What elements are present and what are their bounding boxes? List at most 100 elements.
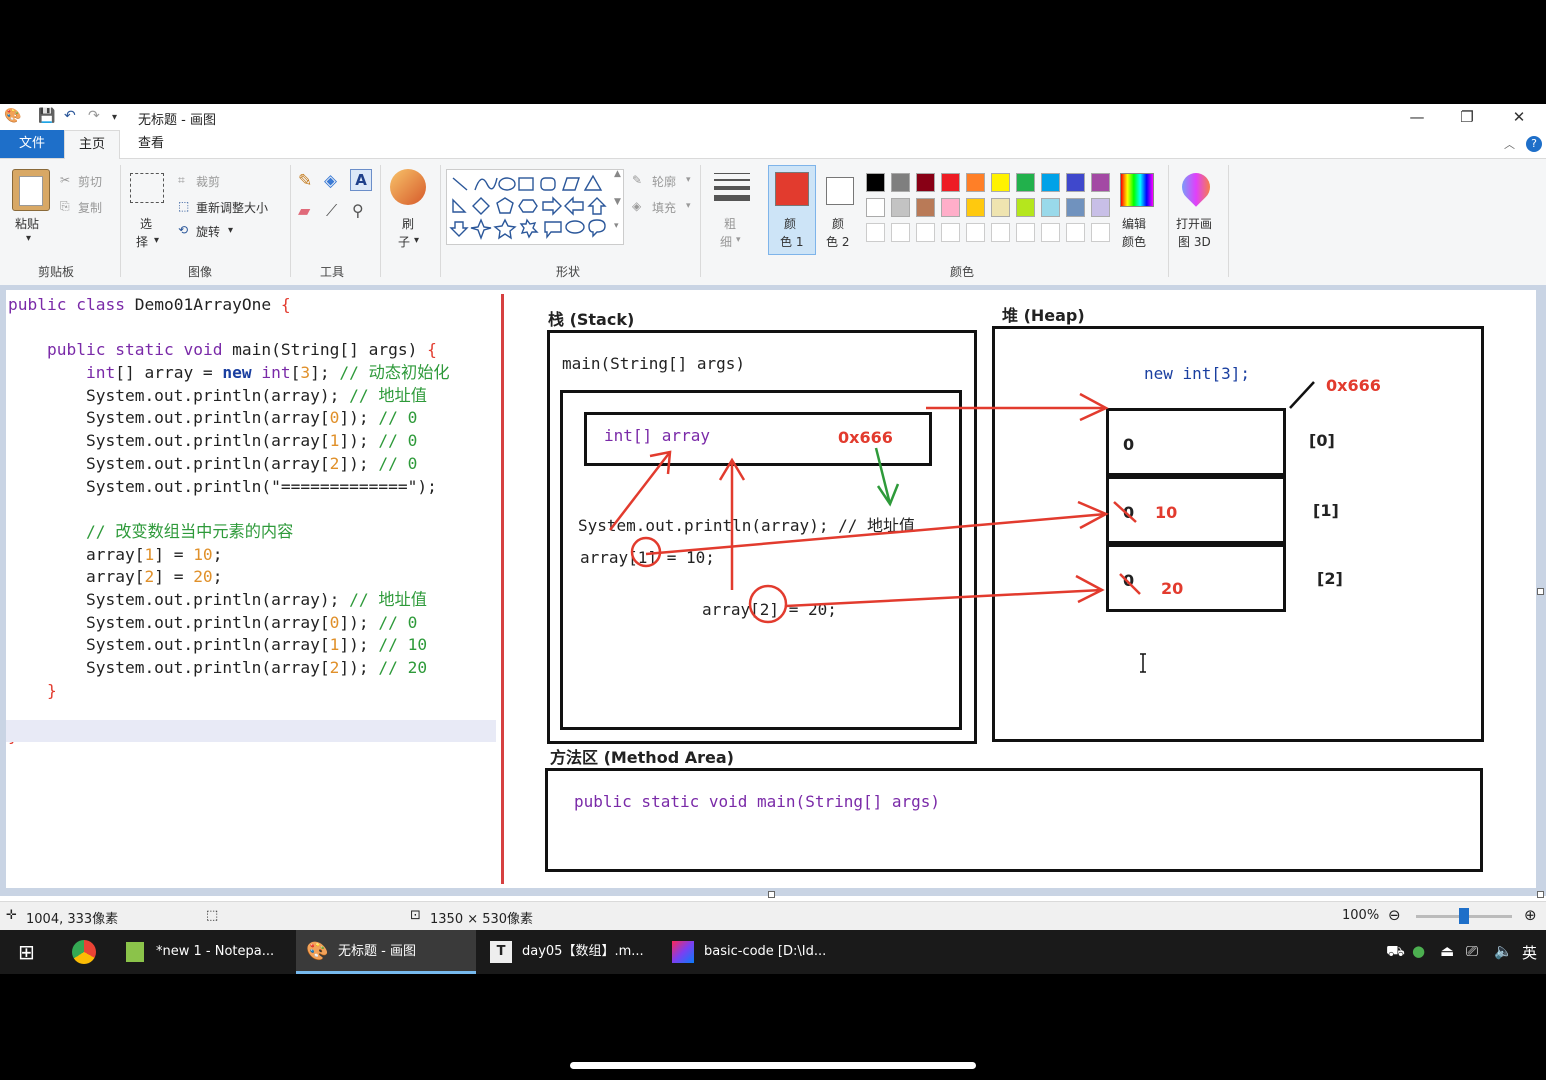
- select-label-1[interactable]: 选: [140, 215, 152, 232]
- select-dropdown-icon[interactable]: ▾: [154, 235, 159, 246]
- undo-icon[interactable]: ↶: [64, 108, 76, 124]
- collapse-ribbon-icon[interactable]: ︿: [1504, 136, 1515, 152]
- palette-color-swatch[interactable]: [941, 198, 960, 217]
- copy-button[interactable]: 复制: [78, 199, 102, 216]
- outline-button[interactable]: 轮廓: [652, 173, 676, 190]
- fill-button[interactable]: 填充: [652, 199, 676, 216]
- palette-color-swatch[interactable]: [966, 198, 985, 217]
- text-tool-icon[interactable]: A: [350, 169, 372, 191]
- edit-colors-label-2[interactable]: 颜色: [1122, 233, 1146, 250]
- palette-color-swatch[interactable]: [891, 173, 910, 192]
- outline-icon[interactable]: ✎: [632, 173, 642, 187]
- custom-color-slot[interactable]: [966, 223, 985, 242]
- rotate-icon[interactable]: ⟲: [178, 223, 188, 237]
- help-icon[interactable]: ?: [1526, 136, 1542, 152]
- drawing-canvas[interactable]: public class Demo01ArrayOne { public sta…: [6, 290, 1536, 888]
- resize-handle-right[interactable]: [1537, 588, 1544, 595]
- rotate-dropdown-icon[interactable]: ▾: [228, 225, 233, 236]
- shapes-expand-icon[interactable]: ▾: [614, 221, 619, 231]
- close-button[interactable]: ✕: [1496, 106, 1542, 128]
- custom-color-slot[interactable]: [866, 223, 885, 242]
- outline-dropdown-icon[interactable]: ▾: [686, 175, 691, 185]
- magnifier-icon[interactable]: ⚲: [352, 201, 364, 220]
- resize-icon[interactable]: ⬚: [178, 199, 189, 213]
- palette-color-swatch[interactable]: [941, 173, 960, 192]
- fill-bucket-icon[interactable]: ◈: [324, 171, 337, 191]
- windows-start-icon[interactable]: ⊞: [18, 940, 35, 964]
- zoom-slider-thumb[interactable]: [1459, 908, 1469, 924]
- save-icon[interactable]: 💾: [38, 108, 55, 124]
- fill-dropdown-icon[interactable]: ▾: [686, 201, 691, 211]
- tab-view[interactable]: 查看: [124, 130, 178, 158]
- color-picker-icon[interactable]: ⟋: [326, 201, 337, 221]
- custom-color-slot[interactable]: [891, 223, 910, 242]
- custom-color-slot[interactable]: [991, 223, 1010, 242]
- zoom-slider-track[interactable]: [1416, 908, 1512, 924]
- usb-icon[interactable]: ⏏: [1440, 942, 1454, 960]
- brush-dropdown-icon[interactable]: ▾: [414, 235, 419, 246]
- brush-icon[interactable]: [390, 169, 426, 205]
- zoom-in-button[interactable]: ⊕: [1524, 906, 1537, 924]
- tab-home[interactable]: 主页: [64, 130, 121, 159]
- custom-color-slot[interactable]: [1066, 223, 1085, 242]
- redo-icon[interactable]: ↷: [88, 108, 100, 124]
- restore-button[interactable]: ❐: [1444, 106, 1490, 128]
- shapes-scroll-down-icon[interactable]: ▼: [614, 197, 621, 207]
- palette-color-swatch[interactable]: [866, 173, 885, 192]
- eraser-icon[interactable]: ▰: [298, 201, 310, 220]
- paste-label[interactable]: 粘贴: [15, 215, 39, 232]
- volume-icon[interactable]: 🔈: [1494, 942, 1513, 960]
- palette-color-swatch[interactable]: [891, 198, 910, 217]
- paint3d-label-2[interactable]: 图 3D: [1178, 233, 1211, 250]
- palette-color-swatch[interactable]: [1016, 173, 1035, 192]
- palette-color-swatch[interactable]: [1066, 173, 1085, 192]
- minimize-button[interactable]: —: [1394, 106, 1440, 128]
- crop-button[interactable]: 裁剪: [196, 173, 220, 190]
- paint3d-icon[interactable]: [1176, 167, 1216, 207]
- people-icon[interactable]: ⛟: [1386, 942, 1405, 962]
- palette-color-swatch[interactable]: [1091, 198, 1110, 217]
- color2-button[interactable]: [826, 177, 854, 205]
- custom-color-slot[interactable]: [941, 223, 960, 242]
- resize-handle-corner[interactable]: [1537, 891, 1544, 898]
- select-icon[interactable]: [130, 173, 164, 203]
- network-icon[interactable]: ⎚: [1466, 942, 1478, 960]
- taskbar-paint[interactable]: 🎨 无标题 - 画图: [296, 930, 476, 974]
- palette-color-swatch[interactable]: [916, 198, 935, 217]
- palette-color-swatch[interactable]: [966, 173, 985, 192]
- input-method[interactable]: 英: [1522, 942, 1537, 963]
- paste-dropdown-icon[interactable]: ▾: [26, 233, 31, 244]
- palette-color-swatch[interactable]: [1041, 198, 1060, 217]
- palette-color-swatch[interactable]: [866, 198, 885, 217]
- copy-icon[interactable]: ⎘: [60, 199, 70, 214]
- paste-icon[interactable]: [12, 169, 50, 211]
- taskbar-notepad[interactable]: *new 1 - Notepa...: [118, 930, 290, 974]
- palette-color-swatch[interactable]: [1041, 173, 1060, 192]
- size-label-2[interactable]: 细: [720, 233, 732, 250]
- size-icon[interactable]: [714, 173, 750, 201]
- select-label-2[interactable]: 择: [136, 233, 148, 250]
- size-label-1[interactable]: 粗: [724, 215, 736, 232]
- rotate-button[interactable]: 旋转: [196, 223, 220, 240]
- custom-color-slot[interactable]: [1091, 223, 1110, 242]
- color2-label-2[interactable]: 色 2: [826, 233, 849, 250]
- custom-color-slot[interactable]: [1041, 223, 1060, 242]
- shapes-gallery[interactable]: [446, 169, 624, 245]
- palette-color-swatch[interactable]: [1016, 198, 1035, 217]
- chrome-icon[interactable]: [72, 940, 96, 964]
- cut-button[interactable]: 剪切: [78, 173, 102, 190]
- palette-color-swatch[interactable]: [916, 173, 935, 192]
- edit-colors-label-1[interactable]: 编辑: [1122, 215, 1146, 232]
- palette-color-swatch[interactable]: [1066, 198, 1085, 217]
- fill-icon[interactable]: ◈: [632, 199, 641, 213]
- tray-app-icon[interactable]: ●: [1412, 942, 1425, 960]
- palette-color-swatch[interactable]: [991, 173, 1010, 192]
- size-dropdown-icon[interactable]: ▾: [736, 235, 741, 245]
- resize-handle-bottom[interactable]: [768, 891, 775, 898]
- taskbar-idea[interactable]: basic-code [D:\Id...: [664, 930, 840, 974]
- home-indicator[interactable]: [570, 1062, 976, 1069]
- shapes-scroll-up-icon[interactable]: ▲: [614, 169, 621, 179]
- custom-color-slot[interactable]: [1016, 223, 1035, 242]
- taskbar-typora[interactable]: T day05【数组】.m...: [482, 930, 658, 974]
- resize-button[interactable]: 重新调整大小: [196, 199, 268, 216]
